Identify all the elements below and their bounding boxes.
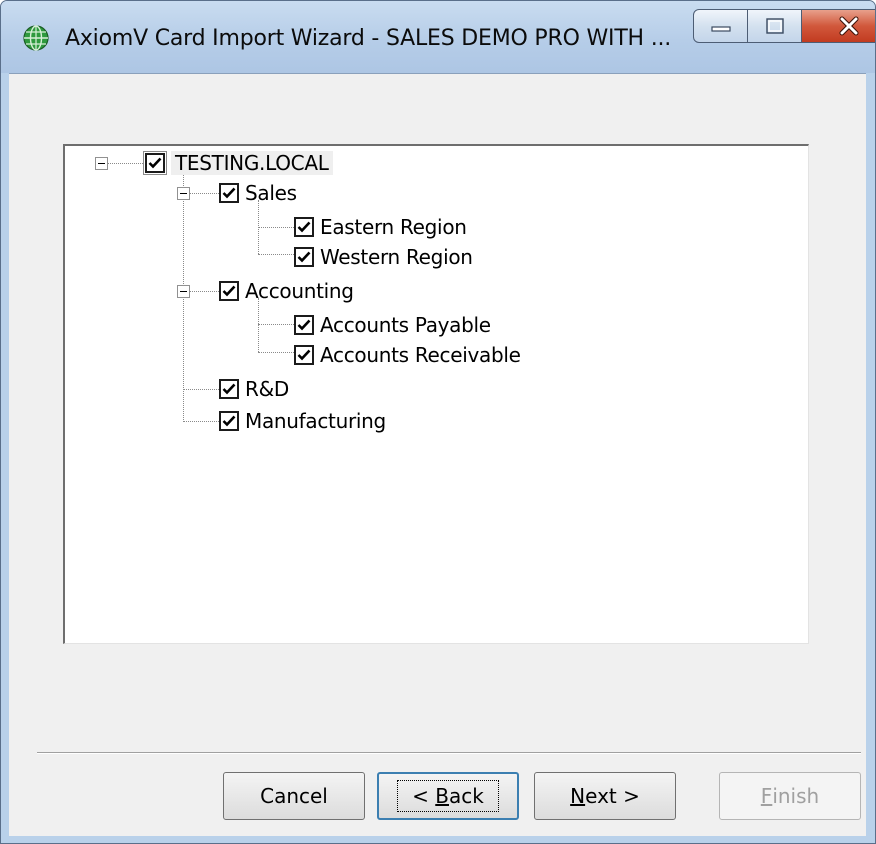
check-icon [222,415,236,427]
tree-node-western-region[interactable]: Western Region [294,244,473,270]
check-icon [222,187,236,199]
tree-connector [183,389,219,390]
finish-button-mnemonic: F [760,784,773,808]
back-button-mnemonic: B [435,784,449,808]
tree-node-label: Accounts Payable [320,313,491,337]
tree-node-sales[interactable]: Sales [219,180,297,206]
tree-node-eastern-region[interactable]: Eastern Region [294,214,467,240]
checkbox[interactable] [219,411,239,431]
next-button-rest: ext > [585,784,640,808]
checkbox[interactable] [294,315,314,335]
tree-connector [107,163,143,164]
tree-node-rnd[interactable]: R&D [219,376,289,402]
tree-node-root[interactable]: TESTING.LOCAL [143,150,333,176]
minimize-icon [710,26,731,32]
caption-buttons [693,9,875,45]
minimize-button[interactable] [693,9,748,43]
tree-node-label: Manufacturing [245,409,386,433]
maximize-button[interactable] [748,9,802,43]
org-tree-view[interactable]: TESTING.LOCAL Sales Eastern Region Weste… [63,144,809,644]
finish-button[interactable]: Finish [719,772,861,820]
checkbox[interactable] [294,345,314,365]
check-icon [222,285,236,297]
back-button-prefix: < [412,784,436,808]
maximize-icon [765,18,784,34]
close-button[interactable] [802,9,875,43]
check-icon [297,251,311,263]
tree-connector [258,298,259,352]
tree-connector [258,352,294,353]
tree-node-label: R&D [245,377,289,401]
tree-connector [183,421,219,422]
checkbox[interactable] [219,379,239,399]
window-title: AxiomV Card Import Wizard - SALES DEMO P… [65,26,672,51]
checkbox[interactable] [294,217,314,237]
finish-button-rest: inish [772,784,820,808]
cancel-button[interactable]: Cancel [223,772,365,820]
button-separator [37,752,861,754]
back-button[interactable]: < Back [377,772,519,820]
next-button[interactable]: Next > [534,772,676,820]
title-bar[interactable]: AxiomV Card Import Wizard - SALES DEMO P… [1,1,875,73]
tree-node-label: Accounting [245,279,354,303]
checkbox[interactable] [219,183,239,203]
focus-ring: < Back [397,780,499,812]
collapse-toggle-sales[interactable] [177,187,190,200]
globe-icon [23,25,49,51]
check-icon [297,221,311,233]
cancel-button-label: Cancel [260,784,328,808]
tree-node-manufacturing[interactable]: Manufacturing [219,408,386,434]
tree-connector [258,324,294,325]
collapse-toggle-root[interactable] [95,157,108,170]
tree-node-label: Western Region [320,245,473,269]
tree-connector [189,291,219,292]
tree-node-label: TESTING.LOCAL [171,151,333,175]
tree-node-label: Eastern Region [320,215,467,239]
checkbox[interactable] [143,151,167,175]
check-icon [297,319,311,331]
tree-node-accounting[interactable]: Accounting [219,278,354,304]
wizard-window: AxiomV Card Import Wizard - SALES DEMO P… [0,0,876,844]
check-icon [145,153,165,173]
tree-node-accounts-receivable[interactable]: Accounts Receivable [294,342,521,368]
tree-connector [189,193,219,194]
collapse-toggle-accounting[interactable] [177,285,190,298]
close-icon [839,16,858,36]
checkbox[interactable] [294,247,314,267]
checkbox[interactable] [219,281,239,301]
check-icon [222,383,236,395]
tree-node-label: Sales [245,181,297,205]
tree-node-accounts-payable[interactable]: Accounts Payable [294,312,491,338]
wizard-client-area: TESTING.LOCAL Sales Eastern Region Weste… [9,73,866,836]
tree-node-label: Accounts Receivable [320,343,521,367]
tree-connector [258,227,294,228]
tree-connector [258,254,294,255]
check-icon [297,349,311,361]
next-button-mnemonic: N [570,784,586,808]
back-button-rest: ack [449,784,484,808]
